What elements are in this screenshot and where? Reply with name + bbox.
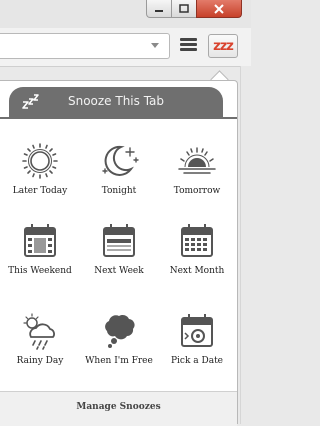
option-tonight[interactable]: Tonight (84, 139, 154, 196)
option-next-week[interactable]: Next Week (84, 219, 154, 276)
close-icon (214, 3, 224, 14)
header-divider (0, 117, 237, 119)
calendar-pick-icon (181, 314, 213, 347)
snooze-popup: Snooze This Tab Later Today Tonight Tomo… (0, 80, 238, 426)
close-button[interactable] (196, 0, 242, 18)
browser-toolbar: zzz (0, 28, 251, 67)
option-rainy-day[interactable]: Rainy Day (5, 309, 75, 366)
title-bar (0, 0, 251, 28)
manage-snoozes-footer[interactable]: Manage Snoozes (0, 391, 237, 426)
menu-line-icon (180, 38, 197, 41)
calendar-weekend-icon (24, 224, 56, 257)
option-label: Tonight (101, 186, 137, 196)
menu-line-icon (180, 43, 197, 46)
popup-title: Snooze This Tab (67, 94, 165, 108)
maximize-icon (179, 3, 189, 13)
option-label: Rainy Day (16, 356, 64, 366)
minimize-button[interactable] (146, 0, 172, 18)
sunrise-icon (178, 147, 216, 174)
menu-button[interactable] (180, 38, 197, 52)
option-pick-a-date[interactable]: Pick a Date (162, 309, 232, 366)
moon-stars-icon (102, 145, 139, 176)
option-label: Next Week (94, 266, 144, 276)
thought-cloud-icon (105, 314, 135, 348)
option-label: When I'm Free (85, 356, 153, 366)
popup-header: Snooze This Tab (9, 87, 223, 117)
snooze-toolbar-button[interactable]: zzz (208, 34, 238, 58)
option-label: Next Month (169, 266, 225, 276)
option-later-today[interactable]: Later Today (5, 139, 75, 196)
dropdown-arrow-icon[interactable] (149, 39, 161, 51)
scrollbar[interactable] (240, 66, 252, 424)
url-bar[interactable] (0, 33, 170, 59)
option-label: Pick a Date (170, 356, 224, 366)
calendar-month-icon (181, 224, 213, 257)
option-label: Later Today (12, 186, 68, 196)
toolbar-divider (130, 66, 230, 67)
option-when-im-free[interactable]: When I'm Free (84, 309, 154, 366)
option-next-month[interactable]: Next Month (162, 219, 232, 276)
option-tomorrow[interactable]: Tomorrow (162, 139, 232, 196)
rain-cloud-icon (23, 313, 55, 350)
option-this-weekend[interactable]: This Weekend (5, 219, 75, 276)
manage-snoozes-link[interactable]: Manage Snoozes (0, 402, 237, 412)
option-label: This Weekend (8, 266, 72, 276)
menu-line-icon (180, 48, 197, 51)
calendar-week-icon (103, 224, 135, 257)
minimize-icon (155, 9, 163, 12)
sun-icon (22, 143, 58, 179)
option-label: Tomorrow (173, 186, 221, 196)
maximize-button[interactable] (171, 0, 197, 18)
